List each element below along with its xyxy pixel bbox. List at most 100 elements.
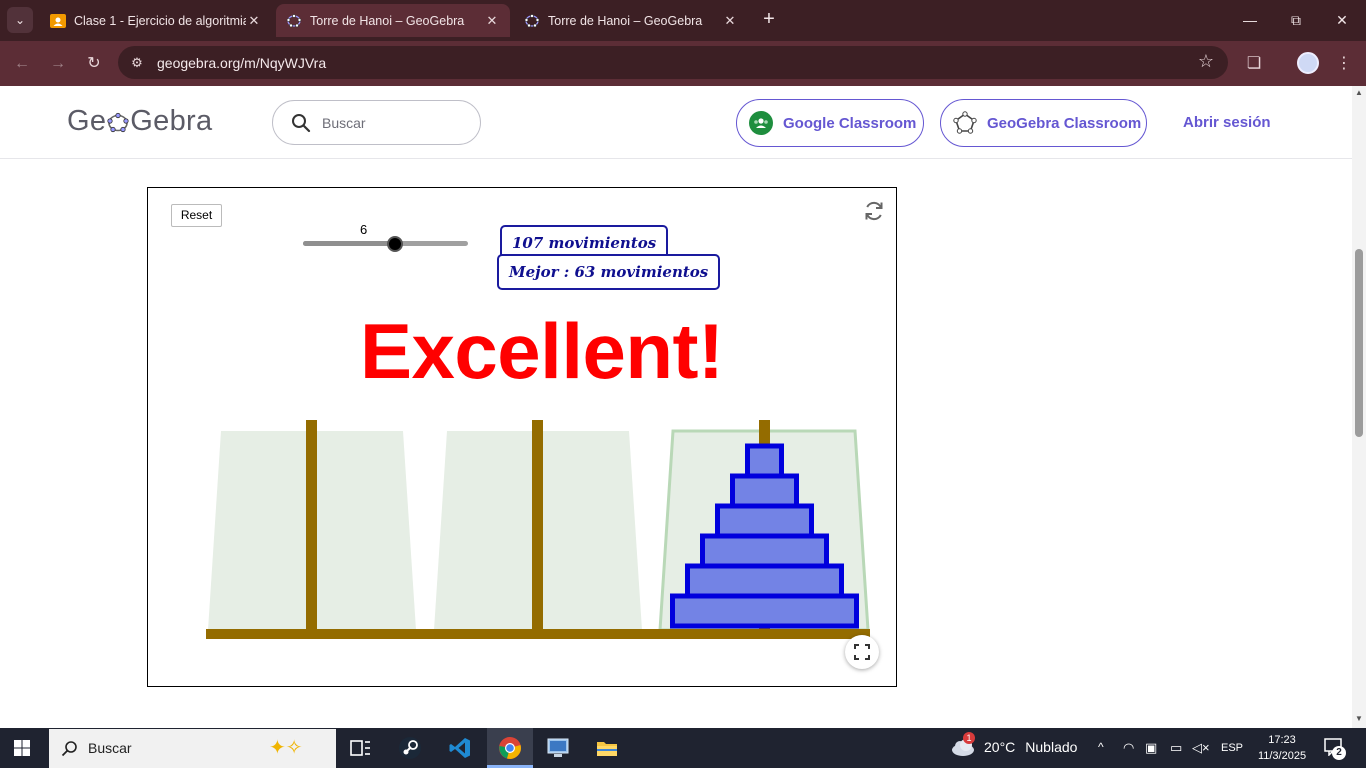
folder-icon bbox=[597, 742, 617, 756]
weather-widget[interactable]: 1 20°C Nublado bbox=[950, 732, 1078, 758]
tab-strip: ⌄ Clase 1 - Ejercicio de algoritmia ✕ To… bbox=[0, 0, 1366, 41]
slider-knob[interactable] bbox=[386, 236, 403, 252]
new-tab-button[interactable]: + bbox=[757, 8, 781, 32]
chrome-icon bbox=[499, 737, 521, 759]
weather-condition: Nublado bbox=[1025, 739, 1078, 755]
peg-2 bbox=[532, 420, 543, 632]
geogebra-logo-icon bbox=[107, 112, 129, 133]
disk-6[interactable] bbox=[670, 593, 859, 629]
clock-time: 17:23 bbox=[1268, 734, 1296, 746]
geogebra-icon bbox=[286, 13, 302, 27]
tab-clase-1[interactable]: Clase 1 - Ejercicio de algoritmia ✕ bbox=[40, 4, 272, 37]
browser-toolbar: ← → ↻ ⚙ geogebra.org/m/NqyWJVra ☆ ❏ ⋮ bbox=[0, 41, 1366, 86]
geogebra-classroom-icon bbox=[953, 111, 977, 134]
minimize-button[interactable]: — bbox=[1230, 6, 1270, 34]
extensions-icon[interactable]: ❏ bbox=[1240, 50, 1268, 78]
disk-stack[interactable] bbox=[670, 443, 859, 629]
google-classroom-button[interactable]: Google Classroom bbox=[736, 99, 924, 147]
page-scrollbar[interactable]: ▲ ▼ bbox=[1352, 86, 1366, 728]
language-indicator[interactable]: ESP bbox=[1221, 742, 1243, 754]
scrollbar-thumb[interactable] bbox=[1355, 249, 1363, 437]
hanoi-applet[interactable]: Reset 6 107 movimientos Mejor : 63 movim… bbox=[147, 187, 897, 687]
task-view-icon bbox=[350, 740, 370, 756]
speaker-muted-icon[interactable]: ◁× bbox=[1192, 740, 1210, 756]
taskbar: Buscar ✦✧ 1 20°C Nublado ^ ◠ ▣ ▭ ◁× ESP … bbox=[0, 728, 1366, 768]
tower-area-2 bbox=[434, 431, 642, 630]
scroll-down-arrow[interactable]: ▼ bbox=[1354, 714, 1364, 724]
reload-button[interactable]: ↻ bbox=[80, 50, 108, 78]
slider-fill bbox=[303, 241, 395, 246]
refresh-icon[interactable] bbox=[862, 199, 886, 223]
close-icon[interactable]: ✕ bbox=[722, 13, 738, 29]
menu-kebab-icon[interactable]: ⋮ bbox=[1330, 50, 1358, 78]
best-score: Mejor : 63 movimientos bbox=[497, 254, 721, 290]
tab-torre-hanoi[interactable]: Torre de Hanoi – GeoGebra ✕ bbox=[514, 4, 748, 37]
peg-3 bbox=[759, 420, 770, 632]
bookmark-star-icon[interactable]: ☆ bbox=[1198, 51, 1214, 72]
weather-alert-badge: 1 bbox=[963, 732, 975, 744]
forward-button[interactable]: → bbox=[44, 50, 72, 78]
clock[interactable]: 17:23 11/3/2025 bbox=[1254, 732, 1310, 764]
geogebra-classroom-button[interactable]: GeoGebra Classroom bbox=[940, 99, 1147, 147]
fullscreen-button[interactable] bbox=[845, 635, 879, 669]
slider-value: 6 bbox=[360, 222, 368, 237]
fullscreen-icon bbox=[854, 644, 870, 660]
address-bar[interactable]: ⚙ geogebra.org/m/NqyWJVra ☆ bbox=[118, 46, 1228, 79]
close-icon[interactable]: ✕ bbox=[484, 13, 500, 29]
disk-3[interactable] bbox=[715, 503, 814, 539]
geogebra-logo[interactable]: Ge Gebra bbox=[67, 105, 212, 138]
tab-search-button[interactable]: ⌄ bbox=[7, 7, 33, 33]
close-icon[interactable]: ✕ bbox=[246, 13, 262, 29]
vscode-icon bbox=[449, 738, 470, 758]
tab-title: Torre de Hanoi – GeoGebra bbox=[310, 13, 465, 28]
maximize-button[interactable]: ⧉ bbox=[1276, 6, 1316, 34]
notifications-button[interactable]: 2 bbox=[1324, 738, 1348, 760]
vscode-app[interactable] bbox=[437, 728, 483, 768]
disk-4[interactable] bbox=[700, 533, 829, 569]
url-text[interactable]: geogebra.org/m/NqyWJVra bbox=[157, 55, 326, 71]
disk-5[interactable] bbox=[685, 563, 844, 599]
classroom-icon bbox=[50, 13, 66, 28]
display-icon[interactable]: ▣ bbox=[1145, 740, 1157, 756]
steam-app[interactable] bbox=[387, 728, 433, 768]
clock-date: 11/3/2025 bbox=[1257, 750, 1307, 762]
search-box[interactable]: Buscar bbox=[272, 100, 481, 145]
battery-icon[interactable]: ▭ bbox=[1170, 740, 1182, 756]
sparkle-icon: ✦✧ bbox=[269, 737, 303, 759]
reset-button[interactable]: Reset bbox=[171, 204, 222, 227]
taskbar-search-label: Buscar bbox=[88, 740, 132, 756]
google-classroom-icon bbox=[749, 111, 773, 135]
chrome-app[interactable] bbox=[487, 728, 533, 768]
back-button[interactable]: ← bbox=[8, 50, 36, 78]
geogebra-classroom-label: GeoGebra Classroom bbox=[987, 114, 1142, 132]
remote-desktop-app[interactable] bbox=[535, 728, 581, 768]
tab-torre-hanoi-active[interactable]: Torre de Hanoi – GeoGebra ✕ bbox=[276, 4, 510, 37]
tower-area-3 bbox=[658, 429, 870, 632]
disk-1[interactable] bbox=[745, 443, 784, 479]
cloud-icon: 1 bbox=[950, 732, 976, 758]
scroll-up-arrow[interactable]: ▲ bbox=[1354, 88, 1364, 98]
peg-1 bbox=[306, 420, 317, 632]
page-content: Ge Gebra Buscar Google Classroom GeoGebra… bbox=[0, 86, 1352, 728]
steam-icon bbox=[399, 737, 421, 759]
monitor-icon bbox=[547, 738, 569, 757]
wifi-icon[interactable]: ◠ bbox=[1123, 740, 1134, 756]
geogebra-icon bbox=[524, 13, 540, 27]
chevron-up-icon[interactable]: ^ bbox=[1098, 740, 1104, 754]
file-explorer-app[interactable] bbox=[584, 728, 630, 768]
window-close-button[interactable]: ✕ bbox=[1322, 6, 1362, 34]
search-icon bbox=[292, 114, 311, 133]
site-info-icon[interactable]: ⚙ bbox=[127, 53, 147, 73]
success-message: Excellent! bbox=[360, 307, 724, 395]
windows-start-icon[interactable] bbox=[14, 740, 30, 756]
task-view-button[interactable] bbox=[337, 728, 383, 768]
geogebra-header: Ge Gebra Buscar Google Classroom GeoGebra… bbox=[0, 86, 1352, 159]
tower-area-1 bbox=[208, 431, 416, 630]
disk-2[interactable] bbox=[730, 473, 799, 509]
disk-count-slider[interactable] bbox=[303, 241, 468, 246]
login-link[interactable]: Abrir sesión bbox=[1183, 114, 1271, 131]
search-input[interactable]: Buscar bbox=[322, 115, 366, 131]
profile-avatar[interactable] bbox=[1297, 52, 1319, 74]
taskbar-search[interactable]: Buscar ✦✧ bbox=[49, 729, 336, 768]
tab-title: Clase 1 - Ejercicio de algoritmia bbox=[74, 13, 246, 28]
